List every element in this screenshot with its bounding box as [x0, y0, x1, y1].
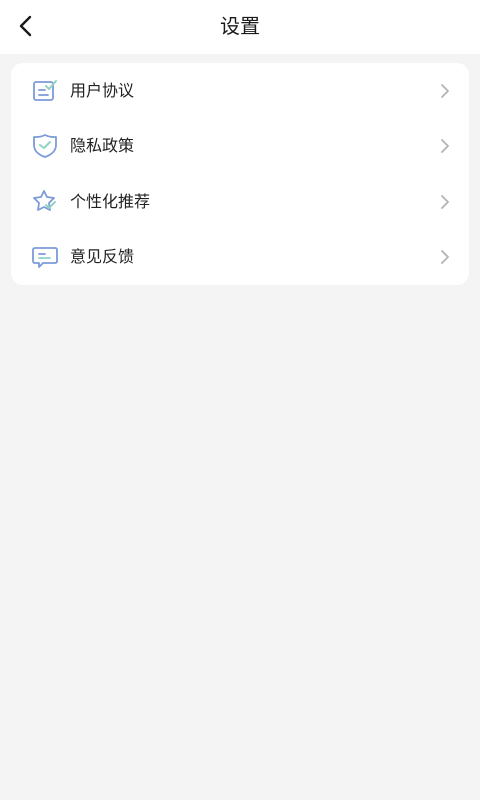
chevron-right-icon	[441, 139, 449, 153]
top-bar: 设置	[0, 0, 480, 54]
page-title: 设置	[220, 14, 260, 38]
settings-item-privacy-policy[interactable]: 隐私政策	[11, 118, 469, 173]
settings-item-label: 个性化推荐	[70, 192, 151, 211]
shield-check-icon	[33, 134, 57, 158]
chevron-right-icon	[441, 84, 449, 98]
settings-card: 用户协议 隐私政策 个性化推荐 意见反馈	[11, 63, 469, 285]
chevron-right-icon	[441, 195, 449, 209]
settings-item-label: 意见反馈	[70, 247, 135, 266]
settings-item-feedback[interactable]: 意见反馈	[11, 229, 469, 284]
message-icon	[32, 247, 58, 268]
star-sparkle-icon	[33, 190, 56, 211]
settings-item-label: 隐私政策	[70, 136, 135, 155]
settings-item-personalized-recommendation[interactable]: 个性化推荐	[11, 174, 469, 229]
document-check-icon	[33, 80, 57, 101]
chevron-right-icon	[441, 250, 449, 264]
settings-item-user-agreement[interactable]: 用户协议	[11, 63, 469, 118]
settings-item-label: 用户协议	[70, 81, 135, 100]
